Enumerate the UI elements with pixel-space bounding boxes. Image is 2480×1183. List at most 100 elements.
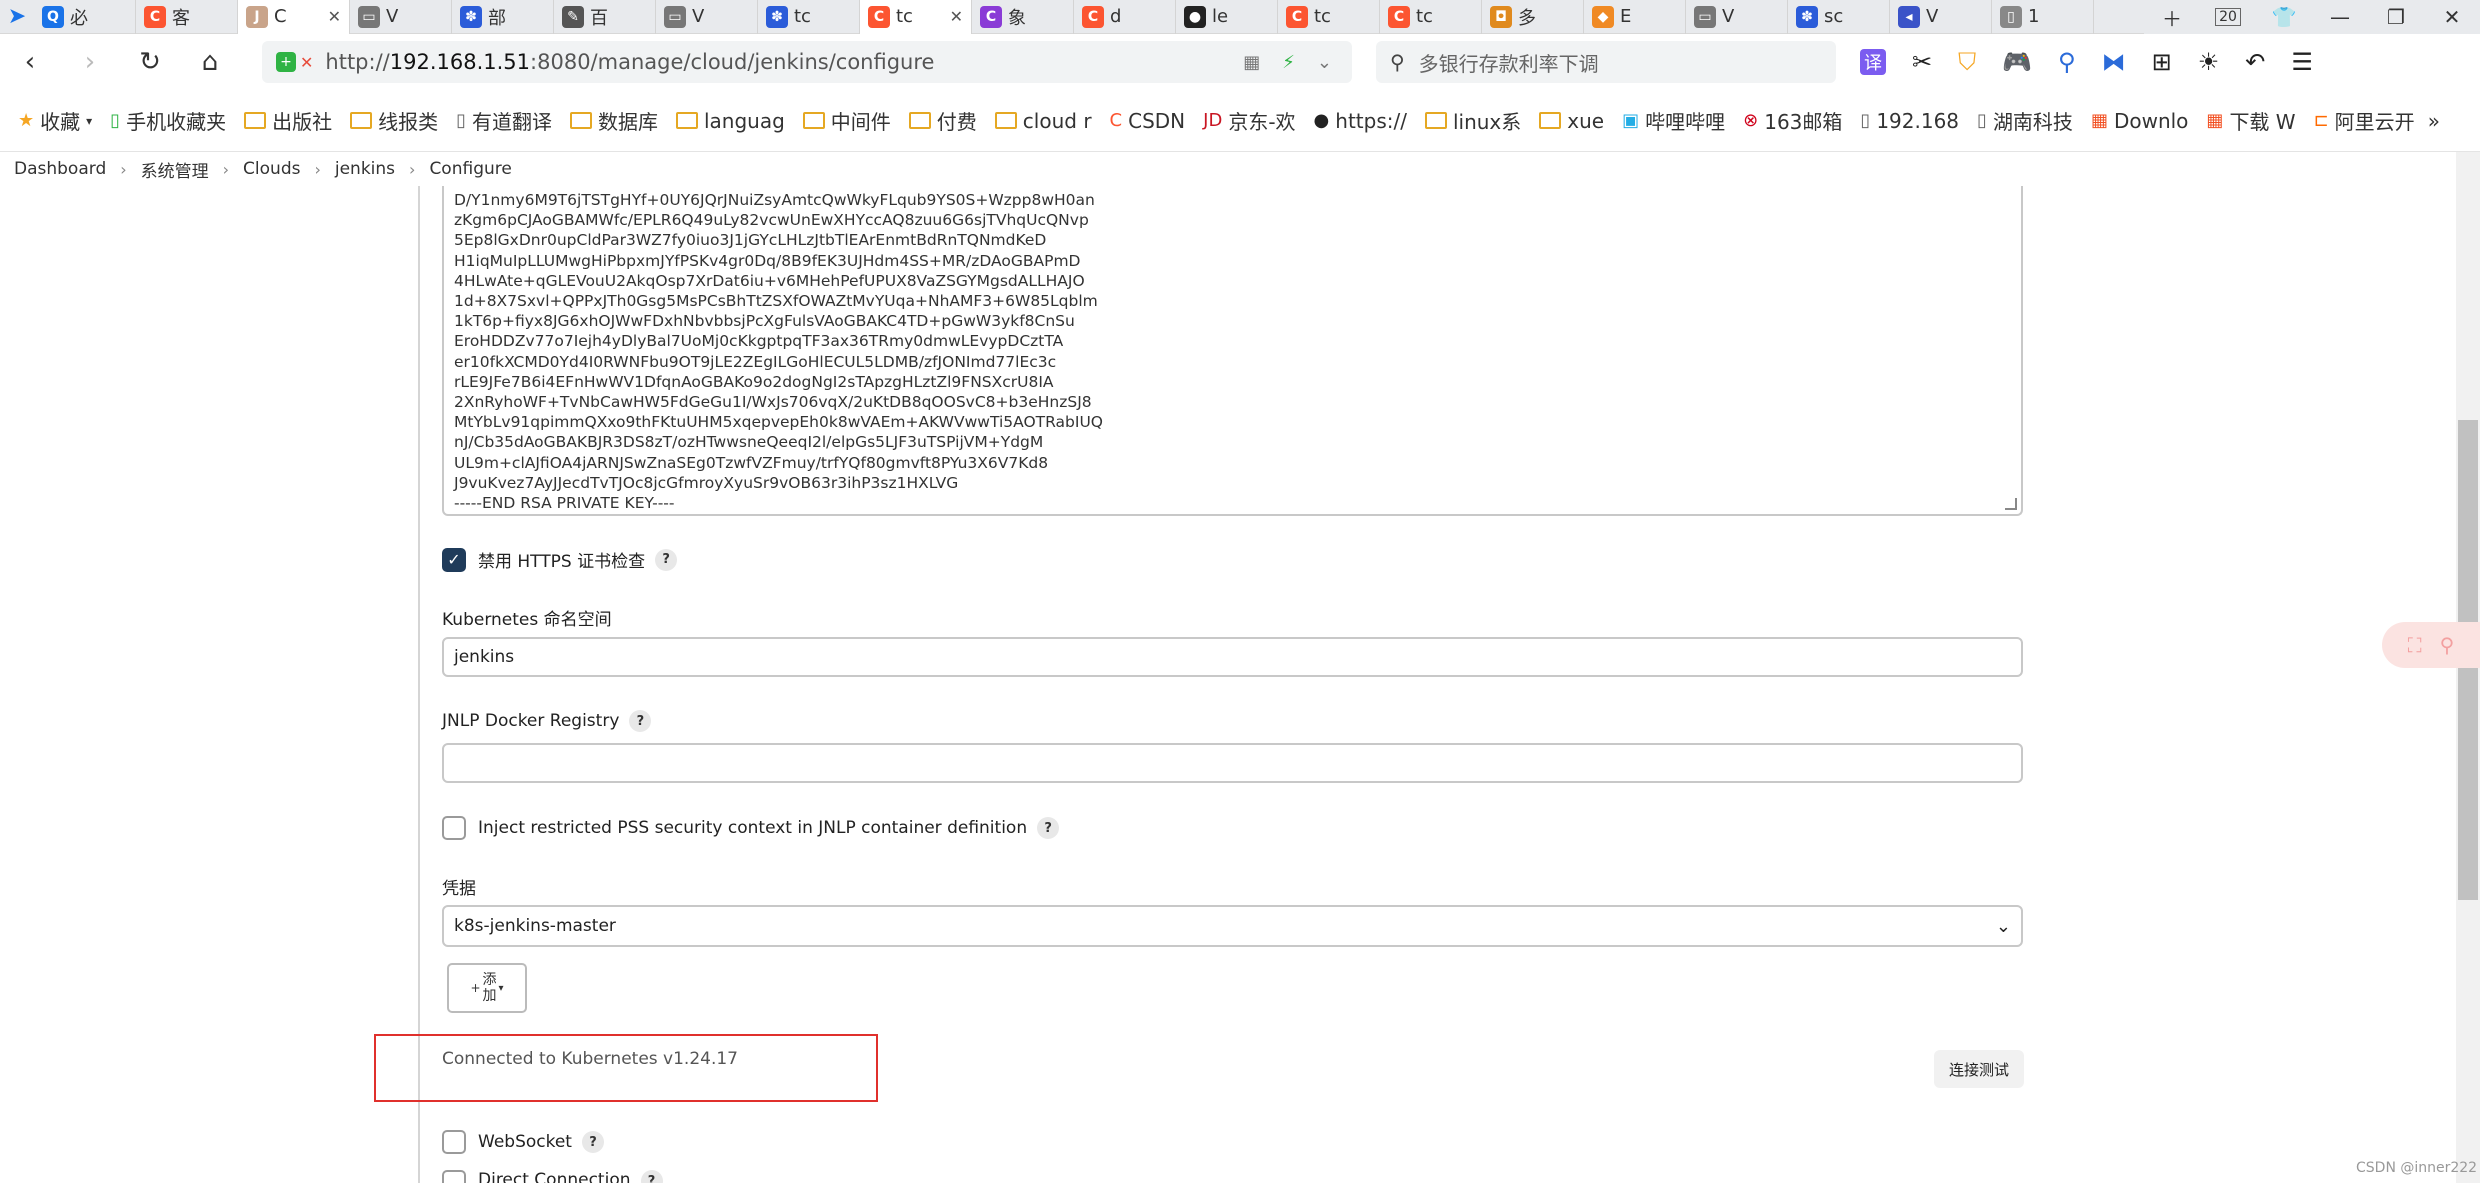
- browser-tab[interactable]: ▭ V: [350, 0, 452, 34]
- add-credentials-button[interactable]: + 添 加 ▾: [447, 963, 527, 1013]
- websocket-checkbox[interactable]: [442, 1130, 466, 1154]
- bookmark-item[interactable]: 中间件: [802, 106, 891, 135]
- more-bookmarks-icon[interactable]: »: [2428, 109, 2440, 133]
- browser-tab[interactable]: ▭ V: [1686, 0, 1788, 34]
- screenshot-icon[interactable]: ⛶: [2408, 633, 2422, 657]
- bookmark-item[interactable]: ▦ 下载 W: [2206, 106, 2295, 135]
- scissors-icon[interactable]: ✂: [1912, 48, 1932, 76]
- bookmark-item[interactable]: C CSDN: [1110, 109, 1186, 133]
- browser-tab[interactable]: ✽ 部: [452, 0, 554, 34]
- bookmark-item[interactable]: xue: [1539, 109, 1604, 133]
- browser-tab[interactable]: ● le: [1176, 0, 1278, 34]
- new-tab-icon[interactable]: ＋: [2144, 3, 2200, 32]
- home-icon[interactable]: ⌂: [180, 47, 240, 77]
- crumb-jenkins[interactable]: jenkins: [335, 159, 395, 179]
- test-connection-button[interactable]: 连接测试: [1934, 1050, 2024, 1088]
- browser-tab[interactable]: Ctc: [1278, 0, 1380, 34]
- browser-tab[interactable]: ◘ 多: [1482, 0, 1584, 34]
- theme-icon[interactable]: ☀: [2198, 48, 2220, 76]
- browser-tab[interactable]: Q必: [34, 0, 136, 34]
- menu-icon[interactable]: ☰: [2291, 48, 2313, 76]
- grid-icon[interactable]: ▦: [1243, 52, 1260, 73]
- minimize-icon[interactable]: —: [2312, 5, 2368, 29]
- close-tab-icon[interactable]: ✕: [328, 7, 341, 26]
- bookmark-item[interactable]: ▯ 湖南科技: [1977, 106, 2073, 135]
- browser-tab[interactable]: ▭ V: [656, 0, 758, 34]
- help-icon[interactable]: ?: [629, 710, 652, 732]
- direct-connection-checkbox[interactable]: [442, 1170, 466, 1183]
- caret-down-icon[interactable]: ▾: [86, 114, 92, 128]
- browser-tab[interactable]: Ctc: [1380, 0, 1482, 34]
- browser-tab[interactable]: Ctc ✕: [860, 0, 972, 34]
- github-icon: ●: [1184, 5, 1206, 28]
- screen-cast-icon[interactable]: ⧓: [2102, 48, 2126, 76]
- bookmark-item[interactable]: 付费: [908, 106, 977, 135]
- help-icon[interactable]: ?: [640, 1170, 663, 1183]
- bookmark-item[interactable]: 线报类: [350, 106, 438, 135]
- magnifier-icon[interactable]: ⚲: [2058, 48, 2076, 76]
- bookmark-item[interactable]: ⊗ 163邮箱: [1743, 106, 1842, 135]
- url-input[interactable]: + ✕ http://192.168.1.51:8080/manage/clou…: [262, 41, 1352, 83]
- bookmark-item[interactable]: ▯ 192.168: [1860, 109, 1959, 133]
- search-icon[interactable]: ⚲: [2440, 633, 2455, 657]
- chevron-down-icon[interactable]: ⌄: [1317, 52, 1332, 73]
- bookmark-item[interactable]: ⊏ 阿里云开: [2314, 106, 2415, 135]
- browser-tab[interactable]: Cd: [1074, 0, 1176, 34]
- private-key-textarea[interactable]: D/Y1nmy6M9T6jTSTgHYf+0UY6JQrJNuiZsyAmtcQ…: [442, 186, 2023, 516]
- browser-tab[interactable]: ◂ V: [1890, 0, 1992, 34]
- coupon-icon[interactable]: ⛉: [1958, 48, 1976, 76]
- browser-tab[interactable]: ✽ sc: [1788, 0, 1890, 34]
- forward-icon[interactable]: ›: [60, 47, 120, 77]
- crumb-configure[interactable]: Configure: [429, 159, 511, 179]
- pss-checkbox[interactable]: [442, 816, 466, 840]
- reload-icon[interactable]: ↻: [120, 47, 180, 77]
- csdn-icon: C: [1388, 5, 1410, 28]
- credentials-select[interactable]: k8s-jenkins-master ⌄: [442, 905, 2023, 947]
- browser-tab[interactable]: C客: [136, 0, 238, 34]
- browser-tab[interactable]: C象: [972, 0, 1074, 34]
- browser-tab[interactable]: ✎ 百: [554, 0, 656, 34]
- maximize-icon[interactable]: ❐: [2368, 5, 2424, 29]
- security-shield-icon[interactable]: +: [276, 52, 296, 72]
- browser-tab[interactable]: ▯ 1: [1992, 0, 2094, 34]
- bookmark-item[interactable]: linux系: [1424, 106, 1521, 135]
- crumb-clouds[interactable]: Clouds: [243, 159, 300, 179]
- bookmark-item[interactable]: languag: [675, 109, 785, 133]
- back-icon[interactable]: ‹: [0, 47, 60, 77]
- bookmark-item[interactable]: JD 京东-欢: [1203, 106, 1295, 135]
- help-icon[interactable]: ?: [1037, 817, 1060, 839]
- bookmark-item[interactable]: ▣ 哔哩哔哩: [1622, 106, 1725, 135]
- apps-icon[interactable]: ⊞: [2152, 48, 2172, 76]
- bookmark-item[interactable]: 出版社: [244, 106, 332, 135]
- browser-tab[interactable]: ◆ E: [1584, 0, 1686, 34]
- bookmark-item[interactable]: ▯ 有道翻译: [456, 106, 552, 135]
- translate-icon[interactable]: 译: [1860, 49, 1886, 75]
- help-icon[interactable]: ?: [655, 548, 678, 571]
- search-input[interactable]: ⚲ 多银行存款利率下调: [1376, 41, 1836, 83]
- resize-handle-icon[interactable]: [2005, 498, 2017, 510]
- bookmark-item[interactable]: ▯ 手机收藏夹: [110, 106, 226, 135]
- bookmark-item[interactable]: cloud r: [994, 109, 1092, 133]
- undo-icon[interactable]: ↶: [2245, 48, 2265, 76]
- floating-widget[interactable]: ⛶ ⚲: [2382, 622, 2480, 668]
- browser-tab[interactable]: ✽ tc: [758, 0, 860, 34]
- bookmark-item[interactable]: ▦ Downlo: [2091, 109, 2188, 133]
- shirt-icon[interactable]: 👕: [2256, 5, 2312, 29]
- bookmark-item[interactable]: 数据库: [569, 106, 658, 135]
- crumb-dashboard[interactable]: Dashboard: [14, 159, 106, 179]
- disable-https-checkbox[interactable]: ✓: [442, 547, 466, 572]
- close-tab-icon[interactable]: ✕: [950, 7, 963, 26]
- help-icon[interactable]: ?: [581, 1131, 604, 1153]
- browser-tab[interactable]: J C ✕: [238, 0, 350, 34]
- tab-label: 1: [2028, 6, 2040, 27]
- bookmark-item[interactable]: ● https://: [1314, 109, 1407, 133]
- bookmark-item[interactable]: ★ 收藏 ▾: [18, 106, 92, 135]
- tab-count-badge[interactable]: 20: [2215, 8, 2241, 26]
- game-icon[interactable]: 🎮: [2002, 48, 2032, 76]
- jnlp-registry-input[interactable]: [442, 743, 2023, 783]
- crumb-manage[interactable]: 系统管理: [141, 157, 209, 182]
- bolt-icon[interactable]: ⚡: [1282, 52, 1295, 73]
- namespace-input[interactable]: jenkins: [442, 637, 2023, 677]
- browser-logo-icon[interactable]: ➤: [0, 0, 34, 34]
- close-window-icon[interactable]: ✕: [2424, 5, 2480, 29]
